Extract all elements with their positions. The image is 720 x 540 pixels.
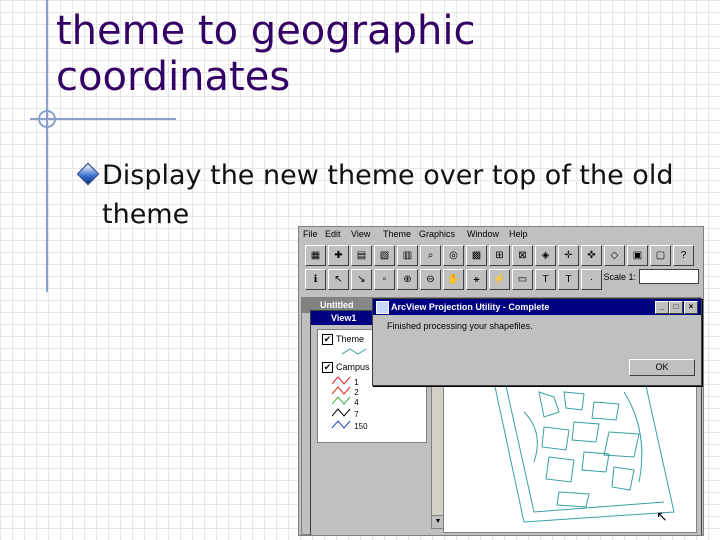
zoom-in-tool-icon[interactable]: ⊕ [397,269,418,290]
select-feature-icon[interactable]: ▫ [374,269,395,290]
dialog-title: ArcView Projection Utility - Complete [391,302,550,312]
area-of-interest-icon[interactable]: ▭ [512,269,533,290]
toc-campus-label: Campus [336,362,370,372]
dialog-message: Finished processing your shapefiles. [387,321,533,331]
button-bar: ▦ ✚ ▤ ▧ ▥ ⌕ ◎ ▩ ⊞ ⊠ ◈ ✛ ✜ ◇ ▣ ▢ ? [305,245,694,267]
measure-icon[interactable]: ⚹ [466,269,487,290]
slide-title-line1: theme to geographic [56,8,476,54]
query-icon[interactable]: ▩ [466,245,487,266]
zoom-in-icon[interactable]: ✛ [558,245,579,266]
find-icon[interactable]: ⌕ [420,245,441,266]
hotlink-icon[interactable]: ⚡ [489,269,510,290]
decorative-vertical-line [46,0,48,292]
identify-icon[interactable]: ℹ [305,269,326,290]
pointer-icon[interactable]: ↖ [328,269,349,290]
menu-view[interactable]: View [351,229,370,239]
help-icon[interactable]: ? [673,245,694,266]
legend-value: 7 [354,410,359,419]
open-table-icon[interactable]: ▥ [397,245,418,266]
legend-line-green [331,396,351,405]
campus-visibility-checkbox[interactable]: ✔ [322,362,333,373]
ok-button[interactable]: OK [629,359,695,376]
add-theme-icon[interactable]: ✚ [328,245,349,266]
save-icon[interactable]: ▦ [305,245,326,266]
zoom-selected-icon[interactable]: ◈ [535,245,556,266]
menu-window[interactable]: Window [467,229,499,239]
text-icon[interactable]: T [558,269,579,290]
toc-theme-item[interactable]: ✔ Theme [322,334,364,345]
maximize-icon[interactable]: □ [669,301,683,314]
legend-line-blue [331,420,351,429]
clear-selection-icon[interactable]: ▢ [650,245,671,266]
toc-campus-item[interactable]: ✔ Campus [322,362,370,373]
bullet-text: Display the new theme over top of the ol… [102,160,674,230]
draw-icon[interactable]: · [581,269,602,290]
theme-line-symbol [342,348,367,355]
tool-bar: ℹ ↖ ↘ ▫ ⊕ ⊖ ✋ ⚹ ⚡ ▭ T T · [305,269,602,291]
slide-title: theme to geographic coordinates [56,8,475,100]
menu-file[interactable]: File [303,229,318,239]
decorative-circle [38,110,56,128]
label-icon[interactable]: T [535,269,556,290]
close-icon[interactable]: × [684,301,698,314]
menu-edit[interactable]: Edit [325,229,341,239]
menu-graphics[interactable]: Graphics [419,229,455,239]
mouse-pointer-icon: ↖ [656,508,668,524]
dialog-titlebar: ArcView Projection Utility - Complete _ … [373,299,701,315]
zoom-out-tool-icon[interactable]: ⊖ [420,269,441,290]
minimize-icon[interactable]: _ [655,301,669,314]
legend-value: 150 [354,422,368,431]
toc-theme-label: Theme [336,334,365,344]
legend-entry: 7 [331,408,359,419]
legend-line-red [331,376,351,385]
arcview-icon [376,301,389,314]
legend-line-red [331,386,351,395]
zoom-out-icon[interactable]: ✜ [581,245,602,266]
pan-icon[interactable]: ✋ [443,269,464,290]
theme-properties-icon[interactable]: ▤ [351,245,372,266]
project-window-title: Untitled [320,300,354,310]
locate-icon[interactable]: ◎ [443,245,464,266]
slide-title-line2: coordinates [56,54,291,100]
scale-control: Scale 1: [603,269,699,284]
edit-legend-icon[interactable]: ▧ [374,245,395,266]
menu-theme[interactable]: Theme [383,229,411,239]
menu-help[interactable]: Help [509,229,528,239]
view-window-title: View1 [331,313,357,323]
legend-value: 4 [354,398,359,407]
projection-complete-dialog: ArcView Projection Utility - Complete _ … [372,298,702,386]
zoom-active-icon[interactable]: ⊠ [512,245,533,266]
legend-entry: 150 [331,420,368,431]
scale-label: Scale 1: [603,271,636,282]
menu-bar: File Edit View Theme Graphics Window Hel… [299,227,703,242]
zoom-full-icon[interactable]: ⊞ [489,245,510,266]
scale-input[interactable] [639,269,699,284]
vertex-edit-icon[interactable]: ↘ [351,269,372,290]
zoom-previous-icon[interactable]: ◇ [604,245,625,266]
legend-entry: 4 [331,396,359,407]
legend-line-black [331,408,351,417]
select-by-graphic-icon[interactable]: ▣ [627,245,648,266]
theme-visibility-checkbox[interactable]: ✔ [322,334,333,345]
